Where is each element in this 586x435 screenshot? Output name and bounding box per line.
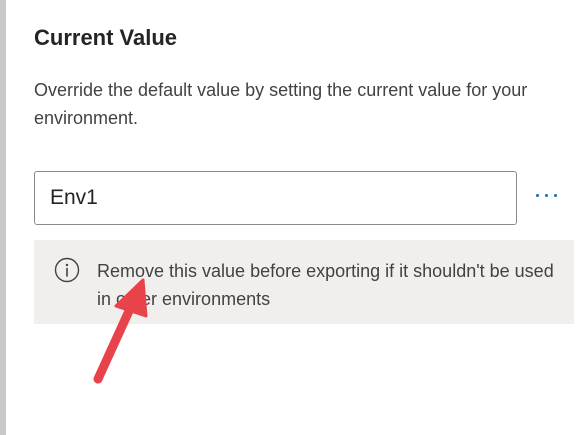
more-horizontal-icon — [535, 193, 539, 197]
more-options-button[interactable] — [526, 176, 566, 214]
section-description: Override the default value by setting th… — [34, 80, 528, 128]
panel-left-border — [0, 0, 6, 435]
info-message: Remove this value before exporting if it… — [97, 261, 554, 309]
info-banner: Remove this value before exporting if it… — [34, 240, 574, 324]
section-title: Current Value — [34, 25, 178, 50]
info-icon — [54, 257, 80, 283]
current-value-input[interactable] — [34, 171, 517, 225]
